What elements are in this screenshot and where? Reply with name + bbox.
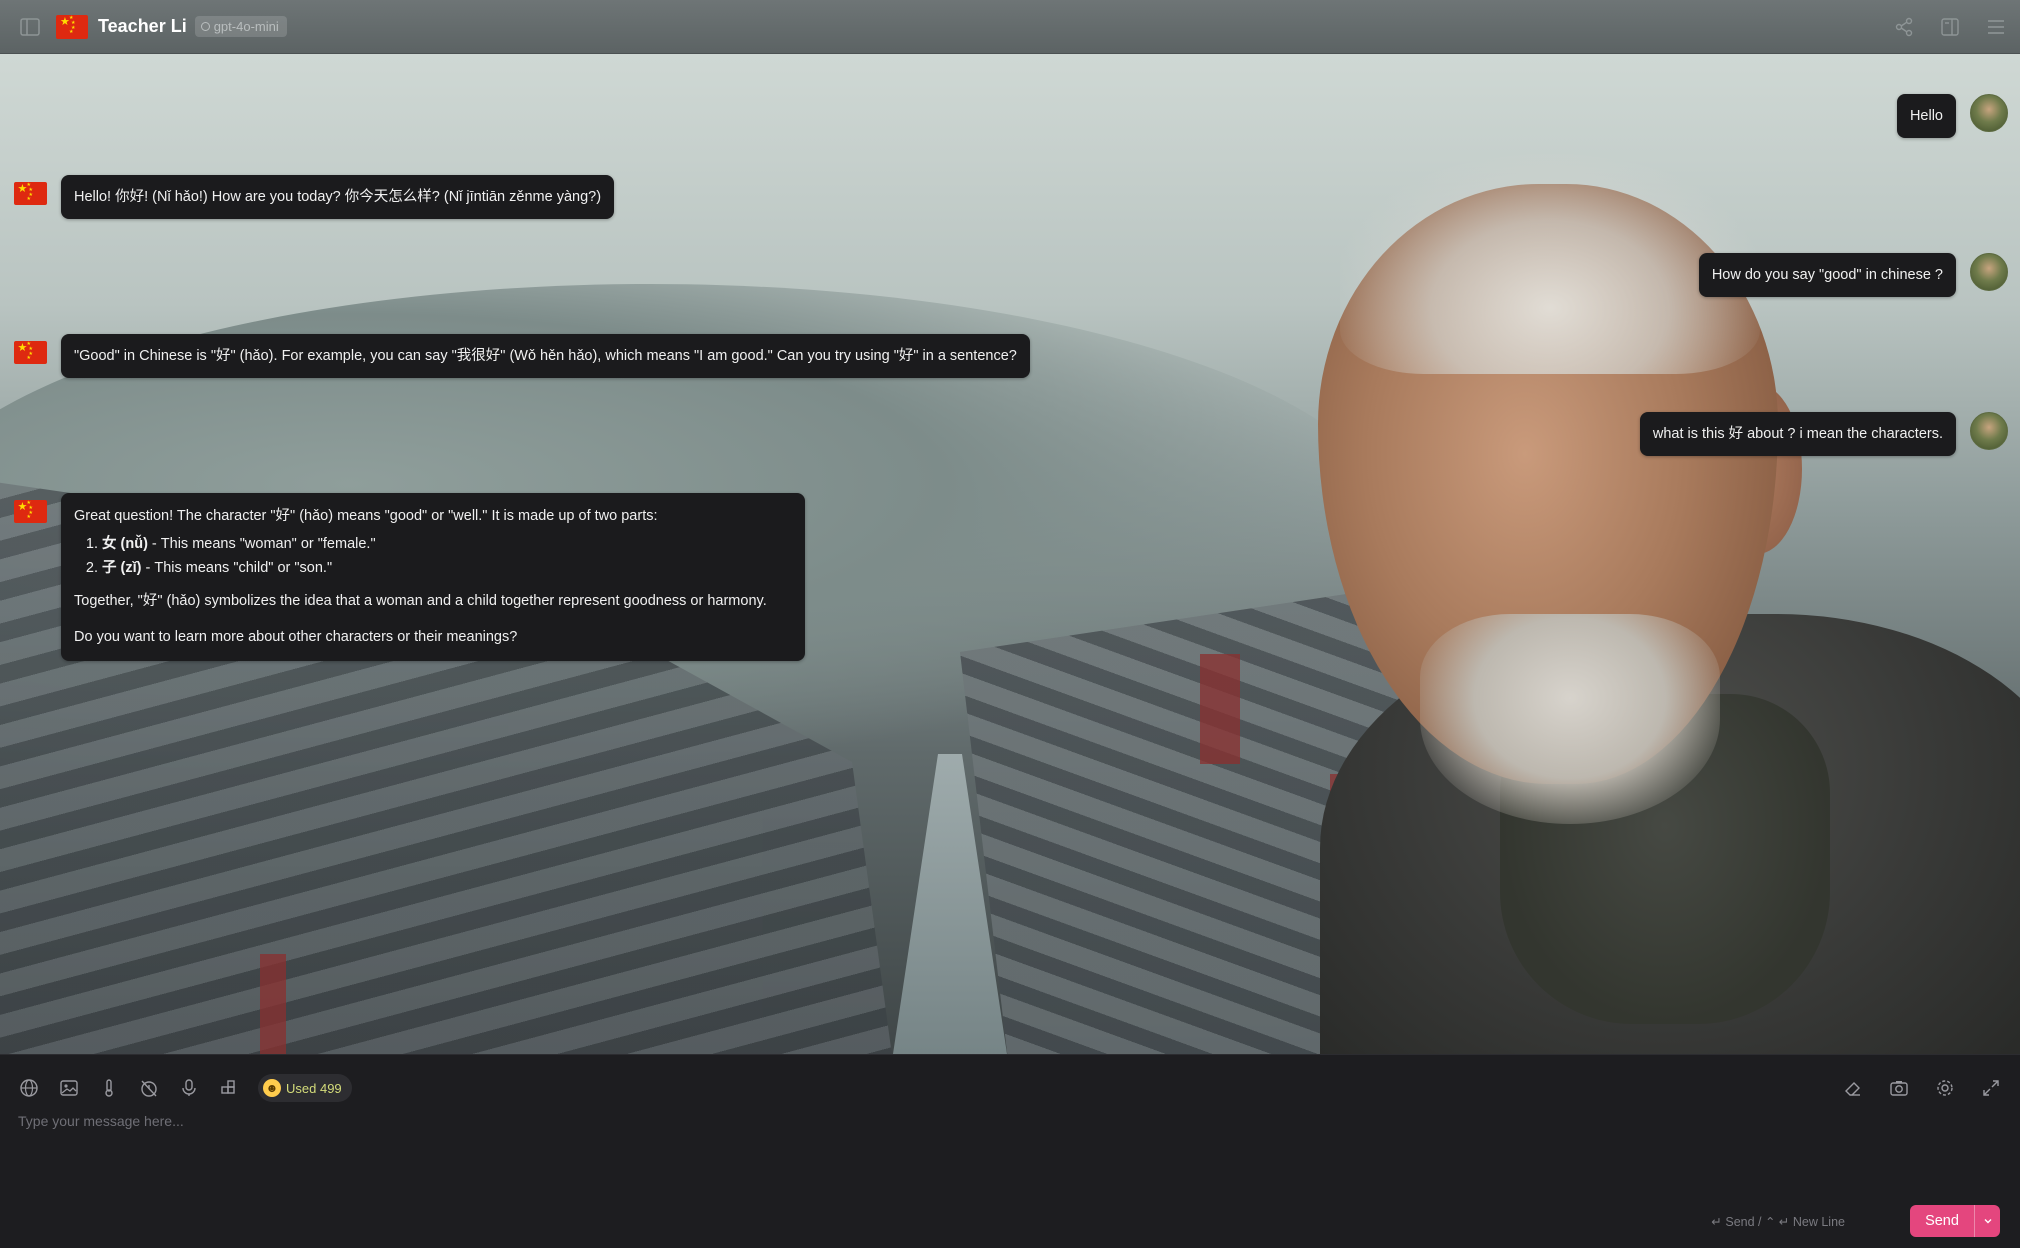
message-intro: Great question! The character "好" (hǎo) …	[74, 508, 658, 524]
list-item: 女 (nǚ) - This means "woman" or "female."	[102, 534, 792, 555]
usage-label: Used 499	[286, 1080, 342, 1096]
assistant-message: ★ ★ ★ ★ ★ Great question! The character …	[12, 493, 805, 661]
message-paragraph: Together, "好" (hǎo) symbolizes the idea …	[74, 593, 767, 609]
list-item-desc: - This means "child" or "son."	[141, 560, 333, 576]
assistant-avatar[interactable]: ★ ★ ★ ★ ★	[12, 334, 48, 370]
assistant-name: Teacher Li	[98, 16, 187, 36]
composer-actions	[1822, 1073, 2006, 1103]
composer-toolbar: ☻ Used 499	[14, 1073, 352, 1103]
list-item-desc: - This means "woman" or "female."	[147, 536, 376, 552]
assistant-avatar-flag: ★ ★ ★ ★ ★	[56, 14, 88, 39]
keyboard-hint: ↵ Send / ⌃ ↵ New Line	[1711, 1215, 1845, 1229]
message-input[interactable]	[18, 1113, 1998, 1193]
thermometer-icon[interactable]	[94, 1073, 124, 1103]
message-text: Hello! 你好! (Nǐ hǎo!) How are you today? …	[74, 189, 602, 205]
image-icon[interactable]	[54, 1073, 84, 1103]
assistant-message: ★ ★ ★ ★ ★ "Good" in Chinese is "好" (hǎo)…	[12, 334, 1030, 378]
list-item: 子 (zǐ) - This means "child" or "son."	[102, 558, 792, 579]
user-message-bubble: Hello	[1896, 94, 1956, 138]
top-bar: ★ ★ ★ ★ ★ Teacher Li gpt-4o-mini	[0, 0, 2020, 54]
message-composer: ☻ Used 499 ↵ Send / ⌃ ↵ New Line Send	[0, 1054, 2020, 1248]
list-item-term: 女 (nǚ)	[102, 536, 148, 552]
assistant-message-bubble: Hello! 你好! (Nǐ hǎo!) How are you today? …	[61, 175, 615, 219]
model-icon	[200, 22, 210, 31]
background-person-beard	[1420, 614, 1720, 824]
send-options-chevron-icon[interactable]	[1974, 1205, 2000, 1237]
user-message-bubble: what is this 好 about ? i mean the charac…	[1639, 412, 1956, 456]
user-avatar[interactable]	[1970, 412, 2008, 450]
camera-icon[interactable]	[1884, 1073, 1914, 1103]
smiley-icon: ☻	[263, 1079, 281, 1097]
user-message: what is this 好 about ? i mean the charac…	[1639, 412, 2008, 456]
message-text: How do you say "good" in chinese ?	[1711, 267, 1943, 283]
china-flag-icon: ★ ★ ★ ★ ★	[13, 499, 47, 523]
user-message: Hello	[1896, 94, 2008, 138]
china-flag-icon: ★ ★ ★ ★ ★	[13, 340, 47, 364]
user-message-bubble: How do you say "good" in chinese ?	[1698, 253, 1956, 297]
background-red-wall	[1200, 654, 1240, 764]
assistant-avatar[interactable]: ★ ★ ★ ★ ★	[12, 493, 48, 529]
model-badge[interactable]: gpt-4o-mini	[194, 16, 287, 37]
model-label: gpt-4o-mini	[213, 19, 279, 34]
expand-icon[interactable]	[1976, 1073, 2006, 1103]
timer-off-icon[interactable]	[134, 1073, 164, 1103]
send-label: Send	[1925, 1213, 1959, 1229]
eraser-icon[interactable]	[1838, 1073, 1868, 1103]
message-text: "Good" in Chinese is "好" (hǎo). For exam…	[74, 348, 1017, 364]
assistant-message-bubble: "Good" in Chinese is "好" (hǎo). For exam…	[61, 334, 1030, 378]
message-text: Hello	[1909, 108, 1943, 124]
china-flag-icon: ★ ★ ★ ★ ★	[13, 181, 47, 205]
sidebar-toggle-icon[interactable]	[16, 13, 44, 41]
user-avatar[interactable]	[1970, 94, 2008, 132]
settings-icon[interactable]	[1930, 1073, 1960, 1103]
message-paragraph: Do you want to learn more about other ch…	[74, 629, 518, 645]
assistant-avatar[interactable]: ★ ★ ★ ★ ★	[12, 175, 48, 211]
message-text: what is this 好 about ? i mean the charac…	[1652, 426, 1943, 442]
share-icon[interactable]	[1890, 13, 1918, 41]
globe-icon[interactable]	[14, 1073, 44, 1103]
user-message: How do you say "good" in chinese ?	[1698, 253, 2008, 297]
background-person-hair	[1340, 154, 1760, 374]
user-avatar[interactable]	[1970, 253, 2008, 291]
plugins-icon[interactable]	[214, 1073, 244, 1103]
assistant-message: ★ ★ ★ ★ ★ Hello! 你好! (Nǐ hǎo!) How are y…	[12, 175, 615, 219]
list-item-term: 子 (zǐ)	[102, 560, 142, 576]
layout-icon[interactable]	[1936, 13, 1964, 41]
microphone-icon[interactable]	[174, 1073, 204, 1103]
usage-badge[interactable]: ☻ Used 499	[258, 1074, 352, 1102]
send-button[interactable]: Send	[1910, 1205, 2000, 1237]
background-red-wall	[260, 954, 286, 1054]
character-parts-list: 女 (nǚ) - This means "woman" or "female."…	[102, 534, 792, 579]
assistant-message-bubble: Great question! The character "好" (hǎo) …	[61, 493, 805, 661]
menu-icon[interactable]	[1982, 13, 2010, 41]
